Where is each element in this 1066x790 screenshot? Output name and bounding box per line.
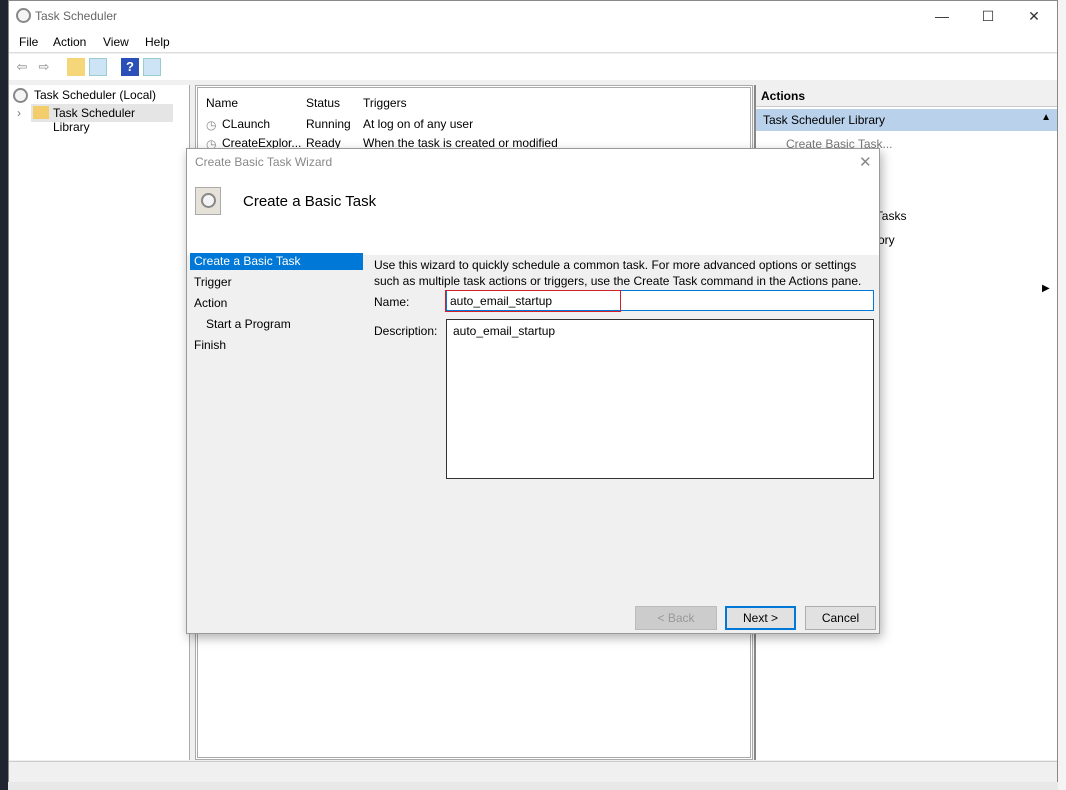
console-tree: Task Scheduler (Local) › Task Scheduler … [9, 85, 190, 760]
menu-view[interactable]: View [103, 35, 129, 49]
wizard-intro: Use this wizard to quickly schedule a co… [374, 258, 862, 288]
description-label: Description: [374, 324, 438, 338]
cancel-button[interactable]: Cancel [805, 606, 876, 630]
actions-section-header[interactable]: Task Scheduler Library ▲ [756, 109, 1057, 131]
name-value: auto_email_startup [450, 294, 553, 308]
collapse-triangle-icon[interactable]: ▲ [1041, 112, 1051, 123]
step-start-a-program[interactable]: Start a Program [190, 316, 363, 333]
submenu-arrow-icon[interactable]: ▶ [1042, 283, 1050, 294]
menu-file[interactable]: File [19, 35, 38, 49]
title-bar: Task Scheduler — ☐ ✕ [9, 1, 1057, 31]
step-trigger[interactable]: Trigger [190, 274, 363, 291]
step-action[interactable]: Action [190, 295, 363, 312]
name-label: Name: [374, 295, 410, 309]
column-triggers[interactable]: Triggers [363, 96, 407, 110]
menu-action[interactable]: Action [53, 35, 86, 49]
toolbar: ⇦ ⇨ ? [9, 54, 1057, 80]
task-trigger: At log on of any user [363, 117, 474, 131]
task-status: Running [306, 117, 351, 131]
status-bar [9, 761, 1057, 782]
back-arrow-icon[interactable]: ⇦ [13, 58, 31, 76]
tree-item-label: Task Scheduler Library [53, 106, 136, 134]
dialog-title: Create Basic Task Wizard [195, 155, 333, 169]
table-row[interactable]: ◷ CLaunch Running At log on of any user [206, 117, 746, 135]
clock-icon: ◷ [206, 118, 217, 132]
clock-icon [16, 8, 31, 23]
back-button[interactable]: < Back [635, 606, 717, 630]
show-hide-console-tree-icon[interactable] [89, 58, 107, 76]
column-name[interactable]: Name [206, 96, 238, 110]
show-hide-action-pane-icon[interactable] [143, 58, 161, 76]
minimize-button[interactable]: — [919, 1, 965, 31]
folder-up-icon[interactable] [67, 58, 85, 76]
step-finish[interactable]: Finish [190, 337, 363, 354]
column-status[interactable]: Status [306, 96, 340, 110]
wizard-heading: Create a Basic Task [243, 193, 377, 210]
desktop-background [1058, 0, 1066, 790]
actions-title: Actions [756, 85, 1057, 107]
close-button[interactable]: ✕ [1011, 1, 1057, 31]
wizard-header: Create Basic Task Wizard ✕ Create a Basi… [187, 149, 879, 255]
name-input[interactable]: auto_email_startup [445, 290, 874, 312]
step-create-basic-task[interactable]: Create a Basic Task [190, 253, 363, 270]
dialog-close-button[interactable]: ✕ [859, 153, 872, 171]
task-name: CLaunch [222, 117, 271, 131]
task-wizard-icon [195, 187, 221, 215]
maximize-button[interactable]: ☐ [965, 1, 1011, 31]
tree-item-library[interactable]: Task Scheduler Library [31, 104, 173, 134]
description-textarea[interactable]: auto_email_startup [446, 319, 874, 479]
desktop-background [0, 0, 8, 790]
create-basic-task-wizard: Create Basic Task Wizard ✕ Create a Basi… [186, 148, 880, 634]
menu-help[interactable]: Help [145, 35, 170, 49]
forward-arrow-icon[interactable]: ⇨ [35, 58, 53, 76]
menu-bar: File Action View Help [9, 31, 1057, 53]
window-title: Task Scheduler [35, 9, 118, 23]
expand-chevron-icon[interactable]: › [17, 106, 21, 120]
tree-root[interactable]: Task Scheduler (Local) [34, 88, 156, 102]
next-button[interactable]: Next > [725, 606, 796, 630]
help-icon[interactable]: ? [121, 58, 139, 76]
section-label: Task Scheduler Library [763, 113, 886, 127]
folder-clock-icon [33, 106, 49, 119]
clock-icon [13, 88, 28, 103]
